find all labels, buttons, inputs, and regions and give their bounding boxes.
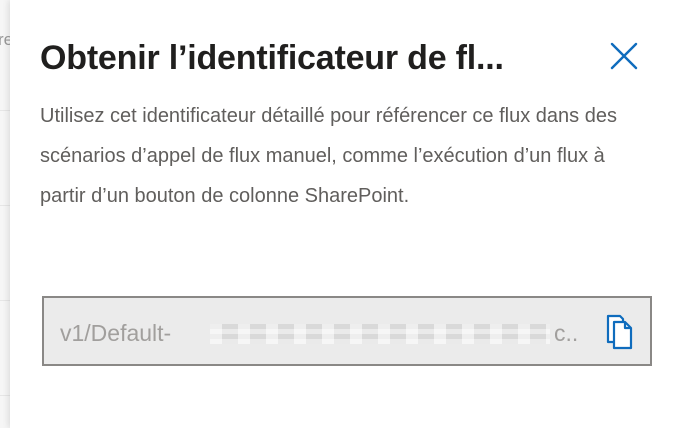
close-icon: [610, 42, 638, 70]
panel-description: Utilisez cet identificateur détaillé pou…: [40, 105, 617, 207]
close-button[interactable]: [608, 40, 640, 72]
copy-button[interactable]: [600, 312, 640, 352]
identifier-redacted: [210, 324, 550, 344]
identifier-suffix: c...: [554, 320, 580, 346]
copy-icon: [606, 314, 633, 350]
flow-identifier-panel: Obtenir l’identificateur de fl... Utilis…: [10, 0, 682, 428]
flow-identifier-field[interactable]: v1/Default- c...: [42, 296, 652, 366]
panel-title: Obtenir l’identificateur de fl...: [40, 39, 504, 77]
flow-identifier-value: v1/Default- c...: [60, 318, 580, 348]
identifier-prefix: v1/Default-: [60, 320, 172, 346]
